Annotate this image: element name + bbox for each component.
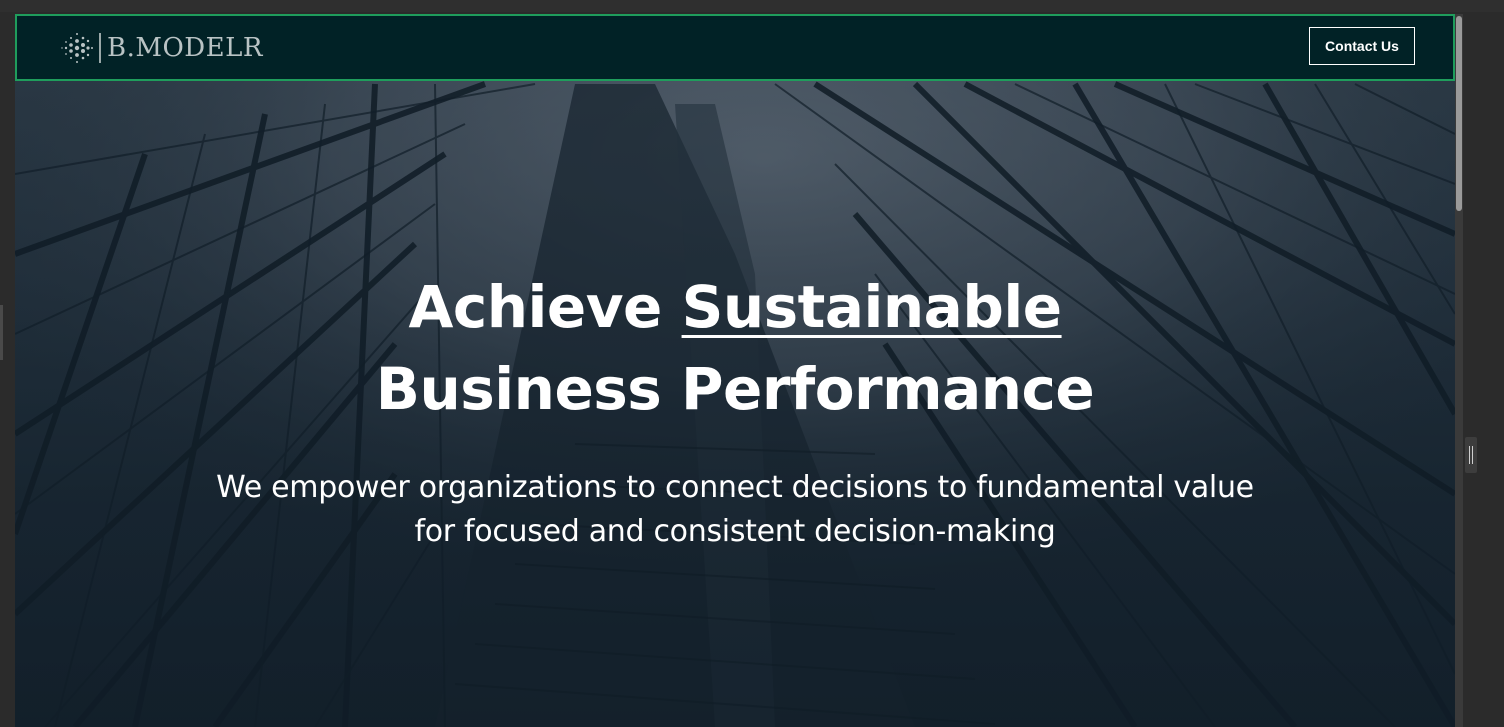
globe-dots-icon xyxy=(61,33,93,63)
headline-underlined-word: Sustainable xyxy=(681,273,1063,341)
headline-prefix: Achieve xyxy=(408,273,662,341)
headline-line2: Business Performance xyxy=(375,355,1095,423)
left-panel-handle[interactable] xyxy=(0,305,3,360)
subline-line2: for focused and consistent decision-maki… xyxy=(414,514,1056,549)
hero-subheadline: We empower organizations to connect deci… xyxy=(15,466,1455,554)
brand-name: B.MODELR xyxy=(107,33,263,63)
logo-divider xyxy=(99,33,101,63)
contact-us-button[interactable]: Contact Us xyxy=(1309,27,1415,65)
page-scrollbar-thumb[interactable] xyxy=(1456,16,1462,211)
hero-text-block: Achieve Sustainable Business Performance… xyxy=(15,266,1455,554)
subline-line1: We empower organizations to connect deci… xyxy=(216,470,1254,505)
page-viewport: Achieve Sustainable Business Performance… xyxy=(15,14,1455,727)
hero-section: Achieve Sustainable Business Performance… xyxy=(15,14,1455,727)
panel-resize-handle[interactable] xyxy=(1465,437,1477,473)
hero-headline: Achieve Sustainable Business Performance xyxy=(15,266,1455,430)
top-navbar: B.MODELR Contact Us xyxy=(15,14,1455,81)
brand-logo-link[interactable]: B.MODELR xyxy=(59,30,263,66)
browser-top-strip xyxy=(0,0,1504,12)
